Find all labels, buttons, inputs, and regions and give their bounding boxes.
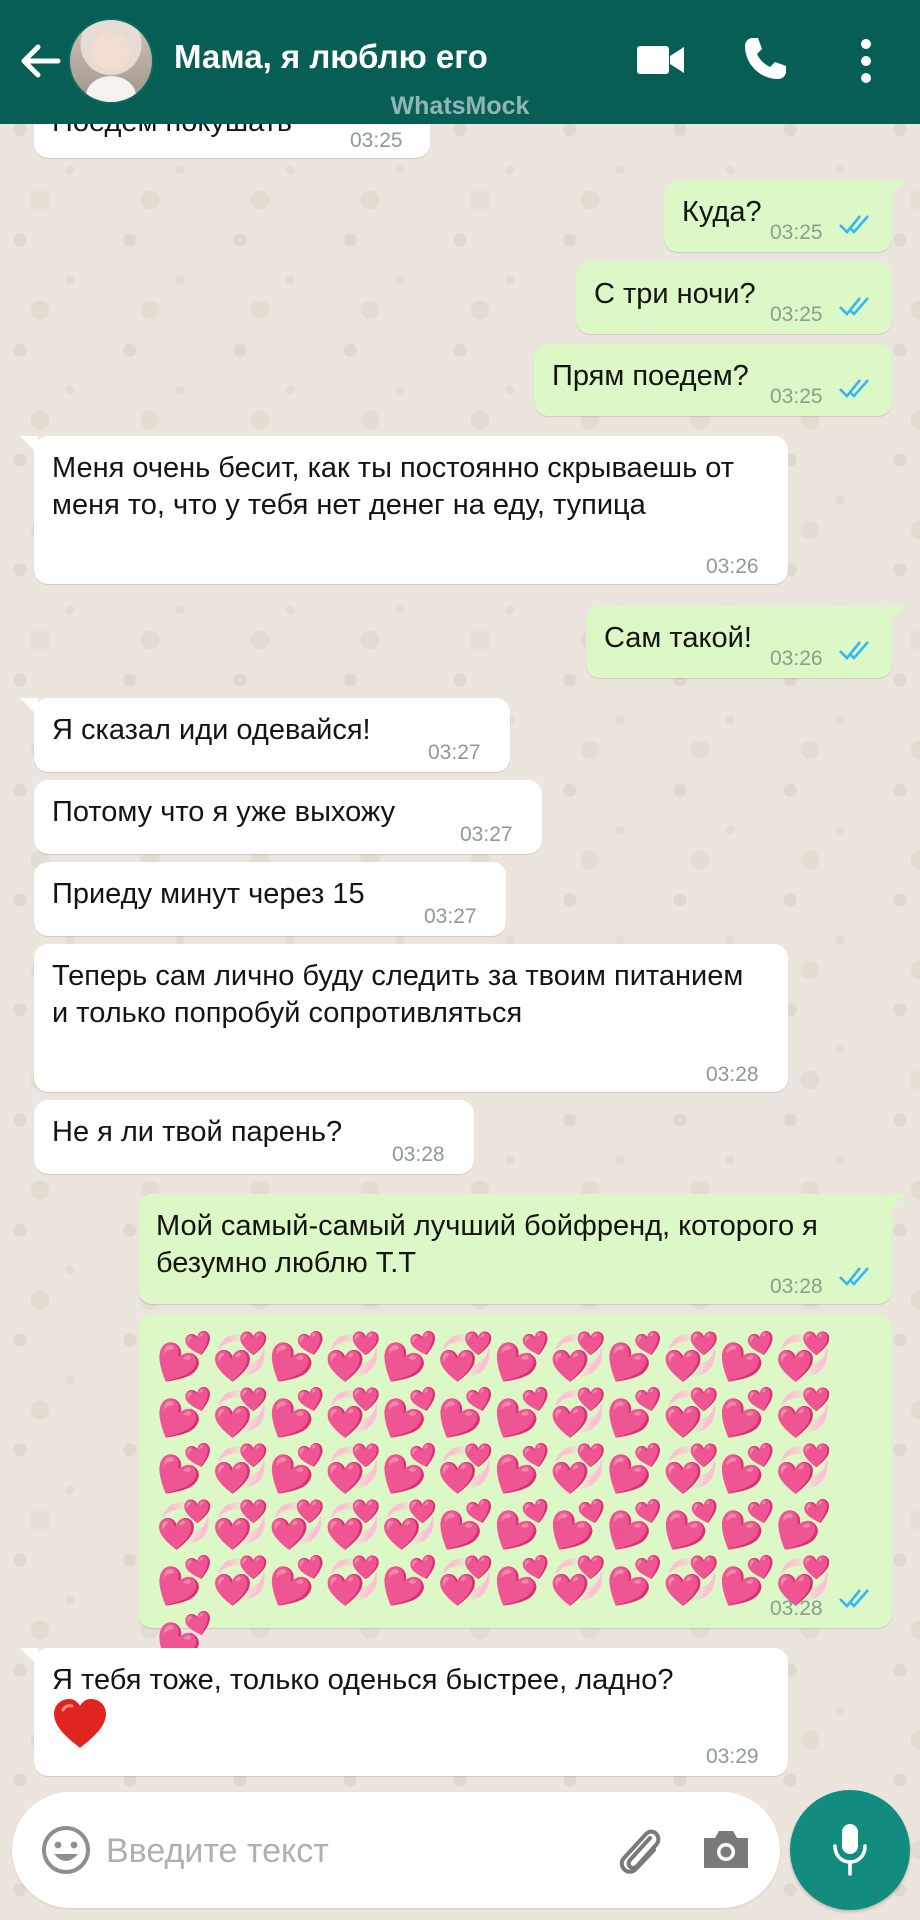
- chat-title[interactable]: Мама, я люблю его: [174, 38, 488, 76]
- message-incoming[interactable]: Приеду минут через 15 03:27: [34, 862, 506, 936]
- message-time: 03:27: [428, 741, 481, 764]
- more-options-icon[interactable]: [858, 38, 874, 84]
- message-incoming[interactable]: Я сказал иди одевайся! 03:27: [20, 698, 510, 772]
- message-incoming[interactable]: Не я ли твой парень? 03:28: [34, 1100, 474, 1174]
- paperclip-icon[interactable]: [610, 1820, 666, 1880]
- message-time: 03:28: [706, 1063, 759, 1086]
- message-outgoing[interactable]: Сам такой! 03:26: [586, 606, 906, 678]
- message-outgoing[interactable]: Прям поедем? 03:25: [534, 344, 892, 416]
- message-outgoing-emoji[interactable]: 💕💞💕💞💕💞💕💞💕💞💕💞💕💞💕💞💕💕💕💞💕💞💕💞💕💞💕💞💕💞💕💞💕💞💕💞💞💞💞💞…: [138, 1314, 892, 1663]
- red-heart-icon: [54, 1699, 106, 1748]
- message-composer: [12, 1792, 780, 1908]
- voice-message-button[interactable]: [790, 1790, 910, 1910]
- message-time: 03:28: [770, 1597, 823, 1620]
- back-arrow-icon[interactable]: [16, 36, 66, 86]
- read-receipt-icon: [839, 297, 869, 316]
- microphone-icon: [833, 1824, 867, 1876]
- message-incoming[interactable]: Теперь сам лично буду следить за твоим п…: [34, 944, 788, 1092]
- message-time: 03:27: [460, 823, 513, 846]
- message-incoming[interactable]: Меня очень бесит, как ты постоянно скрыв…: [20, 436, 788, 584]
- message-text: Прям поедем?: [552, 360, 749, 392]
- read-receipt-icon: [839, 1267, 869, 1286]
- message-time: 03:28: [770, 1275, 823, 1298]
- message-incoming[interactable]: Я тебя тоже, только оденься быстрее, лад…: [20, 1648, 788, 1776]
- pink-hearts-emoji: 💕💞💕💞💕💞💕💞💕💞💕💞💕💞💕💞💕💕💕💞💕💞💕💞💕💞💕💞💕💞💕💞💕💞💕💞💞💞💞💞…: [156, 1329, 832, 1663]
- read-receipt-icon: [839, 1589, 869, 1608]
- message-text: С три ночи?: [594, 278, 756, 310]
- message-text: Теперь сам лично буду следить за твоим п…: [52, 960, 744, 1029]
- message-input[interactable]: [104, 1822, 588, 1880]
- message-outgoing[interactable]: Куда? 03:25: [664, 180, 906, 252]
- message-text: Не я ли твой парень?: [52, 1116, 343, 1148]
- message-text: Меня очень бесит, как ты постоянно скрыв…: [52, 452, 735, 521]
- message-incoming[interactable]: Потому что я уже выхожу 03:27: [34, 780, 542, 854]
- message-text: Приеду минут через 15: [52, 878, 365, 910]
- camera-icon[interactable]: [700, 1826, 752, 1872]
- message-text: Сам такой!: [604, 622, 752, 654]
- message-text: Мой самый-самый лучший бойфренд, которог…: [156, 1210, 818, 1279]
- message-text: Потому что я уже выхожу: [52, 796, 396, 828]
- message-outgoing[interactable]: Мой самый-самый лучший бойфренд, которог…: [138, 1194, 906, 1304]
- read-receipt-icon: [839, 641, 869, 660]
- message-time: 03:28: [392, 1143, 445, 1166]
- read-receipt-icon: [839, 379, 869, 398]
- watermark: WhatsMock: [390, 92, 530, 120]
- message-text: Куда?: [682, 196, 762, 228]
- read-receipt-icon: [839, 215, 869, 234]
- message-list[interactable]: Поедем покушать 03:25 Куда? 03:25 С три …: [0, 0, 920, 1790]
- message-time: 03:26: [770, 647, 823, 670]
- message-time: 03:25: [770, 385, 823, 408]
- message-text: Я сказал иди одевайся!: [52, 714, 371, 746]
- emoji-icon[interactable]: [40, 1824, 92, 1876]
- video-call-icon[interactable]: [636, 40, 686, 80]
- message-time: 03:25: [770, 221, 823, 244]
- message-time: 03:27: [424, 905, 477, 928]
- message-outgoing[interactable]: С три ночи? 03:25: [576, 262, 892, 334]
- message-text: Я тебя тоже, только оденься быстрее, лад…: [52, 1664, 674, 1696]
- message-time: 03:25: [770, 303, 823, 326]
- message-time: 03:25: [350, 129, 403, 152]
- message-time: 03:26: [706, 555, 759, 578]
- phone-call-icon[interactable]: [740, 34, 790, 84]
- message-time: 03:29: [706, 1745, 759, 1768]
